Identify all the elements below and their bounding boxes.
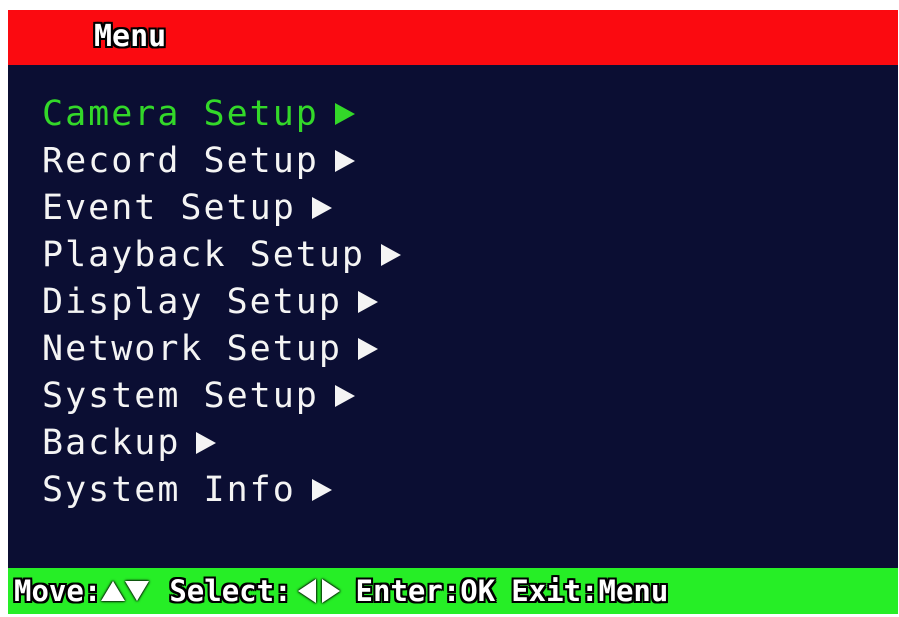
menu-item-label: Display Setup <box>42 281 342 322</box>
main-menu-list: Camera Setup Record Setup Event Setup Pl… <box>42 90 402 513</box>
menu-item-label: Camera Setup <box>42 93 319 134</box>
menu-item-playback-setup[interactable]: Playback Setup <box>42 231 402 278</box>
right-triangle-icon <box>334 384 355 407</box>
right-triangle-icon <box>381 243 402 266</box>
menu-item-display-setup[interactable]: Display Setup <box>42 278 401 325</box>
menu-item-record-setup[interactable]: Record Setup <box>42 137 401 184</box>
exit-hint-label: Exit:Menu <box>511 574 669 608</box>
menu-item-camera-setup[interactable]: Camera Setup <box>42 90 401 137</box>
right-triangle-icon <box>321 579 340 603</box>
right-triangle-icon <box>311 478 332 501</box>
left-triangle-icon <box>297 579 316 603</box>
menu-item-label: Backup <box>42 422 181 463</box>
menu-item-backup[interactable]: Backup <box>42 419 401 466</box>
menu-item-label: System Info <box>42 469 296 510</box>
menu-item-network-setup[interactable]: Network Setup <box>42 325 401 372</box>
enter-hint-label: Enter:OK <box>355 574 496 608</box>
right-triangle-icon <box>334 102 355 125</box>
menu-item-label: Playback Setup <box>42 234 366 275</box>
key-hint-bar: Move: Select: Enter:OK Exit:Menu <box>8 568 898 614</box>
move-hint-label: Move: <box>14 574 102 608</box>
right-triangle-icon <box>357 290 378 313</box>
right-triangle-icon <box>357 337 378 360</box>
down-triangle-icon <box>125 581 150 601</box>
menu-item-label: Event Setup <box>42 187 296 228</box>
menu-title: Menu <box>94 19 167 54</box>
dvr-osd-screen: Menu Camera Setup Record Setup Event Set… <box>8 10 898 614</box>
right-triangle-icon <box>196 431 217 454</box>
select-hint-label: Select: <box>169 574 292 608</box>
right-triangle-icon <box>334 149 355 172</box>
menu-item-label: System Setup <box>42 375 319 416</box>
up-triangle-icon <box>101 581 126 601</box>
title-bar: Menu <box>8 10 898 65</box>
menu-item-label: Record Setup <box>42 140 319 181</box>
menu-item-event-setup[interactable]: Event Setup <box>42 184 401 231</box>
menu-item-system-info[interactable]: System Info <box>42 466 401 513</box>
menu-item-label: Network Setup <box>42 328 342 369</box>
menu-item-system-setup[interactable]: System Setup <box>42 372 401 419</box>
right-triangle-icon <box>311 196 332 219</box>
